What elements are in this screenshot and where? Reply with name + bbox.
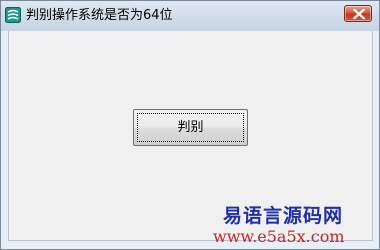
watermark-url: www.e5a5x.com bbox=[213, 227, 345, 246]
app-window: 判别操作系统是否为64位 判别 易语言源码网 www.e5a5x.com bbox=[0, 0, 380, 250]
check-button[interactable]: 判别 bbox=[133, 109, 248, 146]
close-button[interactable] bbox=[344, 5, 372, 22]
title-bar[interactable]: 判别操作系统是否为64位 bbox=[1, 1, 379, 31]
watermark-text: 易语言源码网 bbox=[223, 205, 344, 227]
close-icon bbox=[353, 9, 365, 19]
window-title: 判别操作系统是否为64位 bbox=[26, 8, 173, 23]
check-button-label: 判别 bbox=[177, 120, 204, 135]
app-icon bbox=[5, 7, 21, 23]
